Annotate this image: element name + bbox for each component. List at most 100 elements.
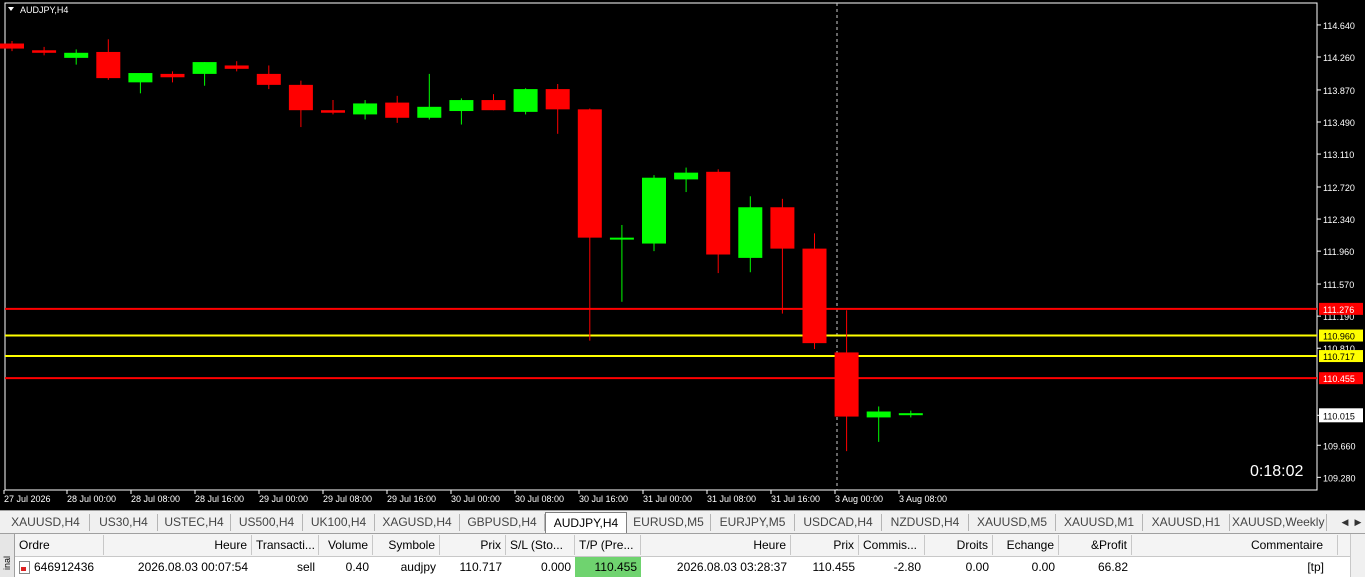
current-price-label: 110.015	[1323, 411, 1355, 421]
cell-prix: 110.717	[459, 560, 503, 574]
price-tick-label: 112.340	[1323, 215, 1355, 225]
terminal-sidebar-label: inal	[2, 556, 12, 571]
candle-body	[256, 73, 281, 85]
cell-sl: 0.000	[540, 560, 571, 574]
sell-order-icon	[19, 561, 30, 575]
price-tick-label: 109.660	[1323, 441, 1356, 451]
candle-body	[545, 89, 570, 110]
chart-tabs-bar: ◀ ▶ XAUUSD,H4 US30,H4 USTEC,H4 US500,H4 UK10…	[0, 510, 1365, 534]
candle-body	[96, 51, 121, 79]
price-tick-label: 111.570	[1323, 280, 1354, 290]
time-tick-label: 30 Jul 16:00	[579, 494, 628, 504]
time-tick-label: 27 Jul 2026	[4, 494, 51, 504]
tab-ustec-h4[interactable]: USTEC,H4	[158, 514, 231, 531]
price-tick-label: 114.260	[1323, 53, 1355, 63]
chart-frame	[4, 2, 1318, 491]
tab-scroll-left-icon[interactable]: ◀	[1339, 514, 1351, 530]
candle-body	[64, 52, 89, 58]
table-scrollbar[interactable]	[1350, 534, 1365, 577]
tab-xauusd-weekly[interactable]: XAUUSD,Weekly	[1230, 514, 1327, 531]
time-tick-label: 30 Jul 00:00	[451, 494, 500, 504]
cell-tp: 110.455	[575, 557, 641, 577]
tab-eurusd-m5[interactable]: EURUSD,M5	[627, 514, 711, 531]
time-tick-label: 28 Jul 00:00	[67, 494, 116, 504]
tab-xauusd-h1[interactable]: XAUUSD,H1	[1143, 514, 1230, 531]
tab-nzdusd-h4[interactable]: NZDUSD,H4	[882, 514, 969, 531]
terminal-trade-table: inal Ordre Heure Transacti... Volume Sym…	[0, 534, 1365, 577]
price-tick-label: 113.870	[1323, 86, 1355, 96]
chart-canvas[interactable]: AUDJPY,H4 114.640 114.260 113.870 113.490 113…	[0, 0, 1365, 510]
candle-body	[738, 207, 763, 258]
level-label: 110.717	[1323, 352, 1355, 362]
price-tick-label: 111.960	[1323, 247, 1354, 257]
level-label: 110.960	[1323, 332, 1355, 342]
chart-title: AUDJPY,H4	[20, 5, 68, 15]
tab-uk100-h4[interactable]: UK100,H4	[303, 514, 375, 531]
cell-commentaire: [tp]	[1307, 560, 1324, 574]
tab-us500-h4[interactable]: US500,H4	[231, 514, 303, 531]
cell-ordre-value: 646912436	[34, 560, 95, 574]
candle-body	[770, 207, 795, 249]
candle-body	[481, 100, 506, 111]
tab-scroll-right-icon[interactable]: ▶	[1352, 514, 1364, 530]
price-tick-label: 113.110	[1323, 150, 1354, 160]
time-tick-label: 28 Jul 08:00	[131, 494, 180, 504]
price-chart[interactable]: AUDJPY,H4 114.640 114.260 113.870 113.490 113…	[0, 0, 1365, 510]
table-row[interactable]: 646912436 2026.08.03 00:07:54 sell 0.40 …	[15, 534, 1351, 577]
candle-body	[577, 109, 602, 238]
candle-body	[224, 65, 249, 69]
candle-body	[0, 43, 24, 49]
price-tick-label: 114.640	[1323, 21, 1355, 31]
candle-body	[802, 248, 827, 344]
candle-body	[32, 50, 57, 53]
tab-usdcad-h4[interactable]: USDCAD,H4	[795, 514, 882, 531]
candle-body	[513, 89, 538, 112]
cell-transaction: sell	[296, 560, 315, 574]
time-tick-label: 3 Aug 08:00	[899, 494, 947, 504]
cell-prix-close: 110.455	[812, 560, 856, 574]
cell-echange: 0.00	[1031, 560, 1055, 574]
time-tick-label: 30 Jul 08:00	[515, 494, 564, 504]
candle-body	[288, 84, 313, 111]
time-tick-label: 29 Jul 08:00	[323, 494, 372, 504]
tab-eurjpy-m5[interactable]: EURJPY,M5	[711, 514, 795, 531]
cell-volume: 0.40	[345, 560, 369, 574]
cell-symbole: audjpy	[400, 560, 436, 574]
tab-xauusd-m1[interactable]: XAUUSD,M1	[1056, 514, 1143, 531]
candle-body	[449, 100, 474, 112]
candle-body	[609, 237, 634, 240]
candle-body	[898, 413, 923, 416]
candle-body	[417, 106, 442, 118]
bar-countdown-timer: 0:18:02	[1250, 463, 1303, 480]
tab-audjpy-h4[interactable]: AUDJPY,H4	[545, 512, 627, 533]
time-tick-label: 29 Jul 00:00	[259, 494, 308, 504]
terminal-sidebar[interactable]: inal	[0, 534, 15, 577]
candle-body	[353, 103, 378, 115]
candle-body	[834, 352, 859, 417]
cell-profit: 66.82	[1097, 560, 1128, 574]
price-tick-label: 113.490	[1323, 118, 1355, 128]
candle-body	[160, 73, 185, 78]
chart-menu-icon	[8, 7, 14, 11]
level-label: 111.276	[1323, 305, 1354, 315]
time-tick-label: 3 Aug 00:00	[835, 494, 883, 504]
tab-us30-h4[interactable]: US30,H4	[90, 514, 158, 531]
tab-xagusd-h4[interactable]: XAGUSD,H4	[375, 514, 460, 531]
cell-heure: 2026.08.03 00:07:54	[137, 560, 248, 574]
tab-gbpusd-h4[interactable]: GBPUSD,H4	[460, 514, 545, 531]
cell-ordre: 646912436	[15, 557, 104, 577]
tab-xauusd-m5[interactable]: XAUUSD,M5	[969, 514, 1056, 531]
tab-xauusd-h4[interactable]: XAUUSD,H4	[2, 514, 90, 531]
candle-body	[706, 171, 731, 255]
time-tick-label: 31 Jul 08:00	[707, 494, 756, 504]
time-tick-label: 28 Jul 16:00	[195, 494, 244, 504]
candle-body	[321, 110, 345, 113]
candle-body	[642, 177, 666, 244]
cell-commission: -2.80	[893, 560, 921, 574]
candle-body	[385, 102, 410, 118]
time-tick-label: 31 Jul 16:00	[771, 494, 820, 504]
candle-body	[674, 172, 699, 180]
candle-body	[128, 73, 153, 83]
cell-heure-close: 2026.08.03 03:28:37	[676, 560, 787, 574]
level-label: 110.455	[1323, 374, 1355, 384]
